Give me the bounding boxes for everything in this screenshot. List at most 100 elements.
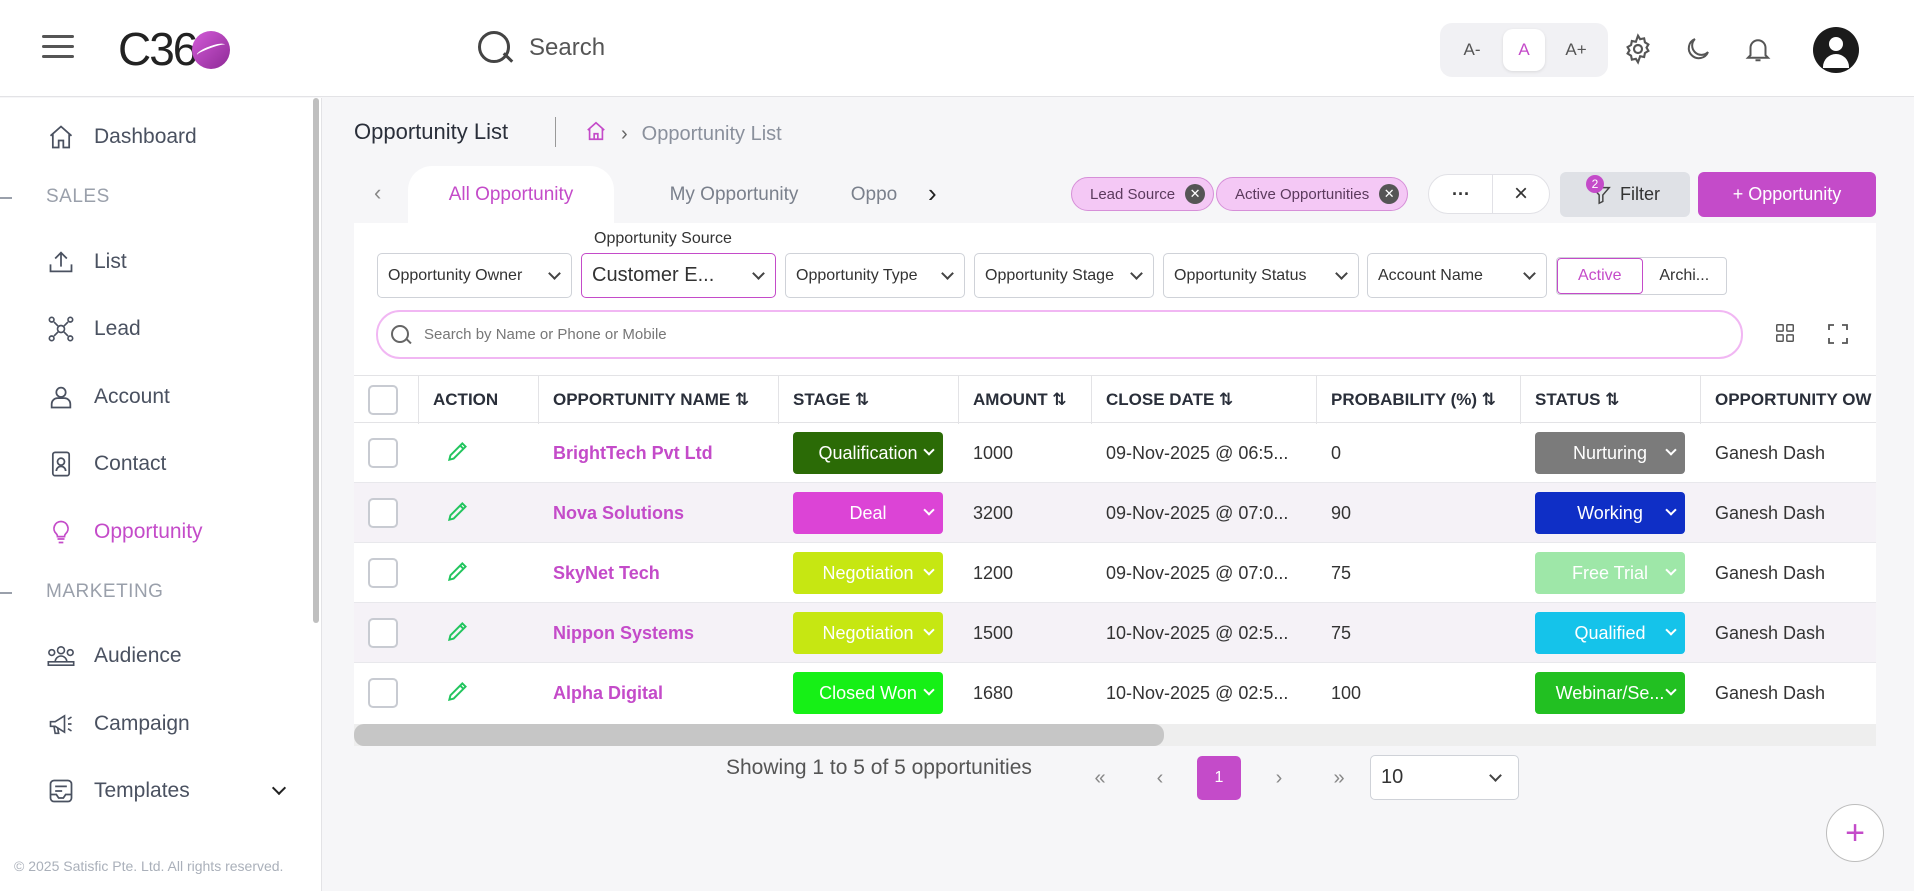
tabs-prev-arrow-icon[interactable]: ‹ [374,180,381,206]
row-checkbox[interactable] [368,498,398,528]
row-checkbox[interactable] [368,558,398,588]
tab-all-opportunity[interactable]: All Opportunity [408,166,614,223]
column-header-amount[interactable]: AMOUNT ⇅ [959,376,1092,424]
pagination-summary: Showing 1 to 5 of 5 opportunities [726,756,1032,779]
owner-cell: Ganesh Dash [1715,622,1826,643]
active-toggle[interactable]: Active [1557,258,1643,294]
row-checkbox[interactable] [368,438,398,468]
font-decrease-button[interactable]: A- [1451,29,1493,71]
table-row[interactable]: SkyNet Tech Negotiation 1200 09-Nov-2025 @ … [354,543,1876,603]
row-checkbox[interactable] [368,678,398,708]
grid-view-icon[interactable] [1774,322,1798,346]
filter-button[interactable]: Filter [1560,172,1690,217]
stage-select[interactable]: Negotiation [793,612,943,654]
column-header-status[interactable]: STATUS ⇅ [1521,376,1701,424]
add-opportunity-button[interactable]: + Opportunity [1698,172,1876,217]
fullscreen-icon[interactable] [1826,322,1850,346]
column-header-action: ACTION [419,376,539,424]
opportunity-name-link[interactable]: Nippon Systems [553,623,694,644]
table-row[interactable]: BrightTech Pvt Ltd Qualification 1000 09-No… [354,423,1876,483]
logo[interactable]: C36 [118,22,231,76]
previous-page-icon[interactable]: ‹ [1138,756,1182,800]
account-name-dropdown[interactable]: Account Name [1367,253,1547,298]
sidebar-item-lead[interactable]: Lead [46,314,141,344]
table-row[interactable]: Alpha Digital Closed Won 1680 10-Nov-2025 @… [354,663,1876,722]
table-horizontal-scrollbar[interactable] [354,724,1876,746]
opportunity-name-link[interactable]: BrightTech Pvt Ltd [553,443,713,464]
sidebar-item-opportunity[interactable]: Opportunity [46,517,203,547]
sidebar-item-campaign[interactable]: Campaign [46,709,190,739]
logo-text: C36 [118,23,198,75]
edit-pencil-icon[interactable] [445,498,471,529]
chip-remove-icon[interactable]: ✕ [1185,184,1206,204]
more-options-button[interactable]: ··· [1428,174,1494,214]
table-row[interactable]: Nova Solutions Deal 3200 09-Nov-2025 @ 07:0… [354,483,1876,543]
column-header-opportunity-name[interactable]: OPPORTUNITY NAME ⇅ [539,376,779,424]
opportunity-stage-dropdown[interactable]: Opportunity Stage [974,253,1154,298]
stage-select[interactable]: Qualification [793,432,943,474]
last-page-icon[interactable]: » [1317,756,1361,800]
first-page-icon[interactable]: « [1078,756,1122,800]
sidebar-item-dashboard[interactable]: Dashboard [46,122,197,152]
opportunity-status-dropdown[interactable]: Opportunity Status [1163,253,1359,298]
stage-select[interactable]: Negotiation [793,552,943,594]
opportunity-name-link[interactable]: SkyNet Tech [553,563,660,584]
tab-oppo[interactable]: Oppo [844,166,904,223]
edit-pencil-icon[interactable] [445,438,471,469]
chevron-down-icon[interactable] [271,780,286,796]
notification-bell-icon[interactable] [1739,30,1777,68]
opportunity-source-dropdown[interactable]: Customer E... [581,253,776,298]
status-select[interactable]: Qualified [1535,612,1685,654]
tabs-next-arrow-icon[interactable]: › [928,178,937,209]
next-page-icon[interactable]: › [1257,756,1301,800]
edit-pencil-icon[interactable] [445,678,471,709]
sidebar-item-contact[interactable]: Contact [46,449,166,479]
opportunity-name-cell: Nova Solutions [539,483,779,543]
sidebar-item-label: Dashboard [94,125,197,148]
opportunity-name-cell: Nippon Systems [539,603,779,663]
clear-filters-button[interactable]: × [1492,174,1550,214]
archive-toggle[interactable]: Archi... [1643,258,1727,294]
dark-mode-moon-icon[interactable] [1679,30,1717,68]
opportunity-type-dropdown[interactable]: Opportunity Type [785,253,965,298]
floating-add-button[interactable]: + [1826,804,1884,862]
status-select[interactable]: Nurturing [1535,432,1685,474]
row-checkbox[interactable] [368,618,398,648]
opportunity-owner-dropdown[interactable]: Opportunity Owner [377,253,572,298]
column-header-stage[interactable]: STAGE ⇅ [779,376,959,424]
hamburger-menu-icon[interactable] [42,35,74,61]
tab-my-opportunity[interactable]: My Opportunity [634,166,834,223]
sidebar-item-label: List [94,250,127,273]
font-increase-button[interactable]: A+ [1555,29,1597,71]
select-all-checkbox[interactable] [368,385,398,415]
page-number-button[interactable]: 1 [1197,756,1241,800]
home-icon[interactable] [585,120,607,148]
sidebar-item-templates[interactable]: Templates [46,776,286,806]
sidebar-item-audience[interactable]: Audience [46,641,182,671]
edit-pencil-icon[interactable] [445,618,471,649]
column-header-opportunity-owner[interactable]: OPPORTUNITY OW [1701,376,1876,424]
sidebar-item-account[interactable]: Account [46,382,170,412]
opportunity-search-input[interactable]: Search by Name or Phone or Mobile [376,310,1743,359]
column-header-probability[interactable]: PROBABILITY (%) ⇅ [1317,376,1521,424]
status-select[interactable]: Free Trial [1535,552,1685,594]
scrollbar-thumb[interactable] [354,724,1164,746]
opportunity-name-link[interactable]: Alpha Digital [553,683,663,704]
chip-remove-icon[interactable]: ✕ [1379,184,1400,204]
opportunity-name-link[interactable]: Nova Solutions [553,503,684,524]
status-select[interactable]: Webinar/Se... [1535,672,1685,714]
edit-pencil-icon[interactable] [445,558,471,589]
gear-icon[interactable] [1619,30,1657,68]
table-row[interactable]: Nippon Systems Negotiation 1500 10-Nov-2025… [354,603,1876,663]
sidebar-scrollbar[interactable] [313,98,319,623]
font-default-button[interactable]: A [1503,29,1545,71]
user-avatar[interactable] [1813,27,1859,73]
column-header-close-date[interactable]: CLOSE DATE ⇅ [1092,376,1317,424]
stage-select[interactable]: Deal [793,492,943,534]
sidebar-item-list[interactable]: List [46,247,127,277]
status-select[interactable]: Working [1535,492,1685,534]
global-search[interactable]: Search [475,28,605,68]
stage-select[interactable]: Closed Won [793,672,943,714]
page-size-dropdown[interactable]: 10 [1370,755,1519,800]
contact-card-icon [46,449,76,479]
